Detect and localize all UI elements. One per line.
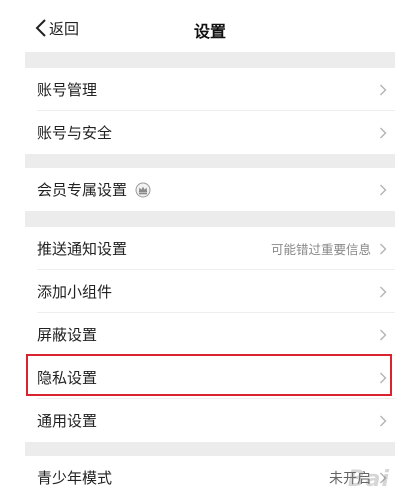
row-account-security[interactable]: 账号与安全 — [25, 111, 395, 154]
row-teen-mode[interactable]: 青少年模式 未开启 — [25, 456, 395, 499]
row-value: 未开启 — [329, 470, 371, 487]
chevron-right-icon — [380, 329, 387, 340]
row-label: 通用设置 — [37, 412, 98, 430]
chevron-right-icon — [380, 472, 387, 483]
row-push-notifications[interactable]: 推送通知设置 可能错过重要信息 — [25, 227, 395, 270]
row-label: 账号与安全 — [37, 124, 113, 142]
section-separator — [25, 154, 395, 168]
row-label: 会员专属设置 — [37, 181, 128, 199]
row-label: 屏蔽设置 — [37, 326, 98, 344]
row-value: 可能错过重要信息 — [270, 242, 371, 257]
chevron-right-icon — [380, 184, 387, 195]
row-label: 添加小组件 — [37, 283, 113, 301]
nav-bar: 返回 设置 — [25, 0, 395, 52]
row-add-widget[interactable]: 添加小组件 — [25, 270, 395, 313]
section-separator — [25, 211, 395, 227]
row-general-settings[interactable]: 通用设置 — [25, 399, 395, 442]
row-label: 隐私设置 — [37, 369, 98, 387]
row-label: 青少年模式 — [37, 469, 113, 487]
chevron-right-icon — [380, 84, 387, 95]
crown-icon — [135, 182, 151, 198]
row-label: 账号管理 — [37, 81, 98, 99]
page-title: 设置 — [193, 22, 226, 41]
chevron-right-icon — [380, 415, 387, 426]
section-separator — [25, 442, 395, 456]
row-block-settings[interactable]: 屏蔽设置 — [25, 313, 395, 356]
chevron-right-icon — [380, 286, 387, 297]
row-member-settings[interactable]: 会员专属设置 — [25, 168, 395, 211]
chevron-right-icon — [380, 372, 387, 383]
row-account-management[interactable]: 账号管理 — [25, 68, 395, 111]
row-privacy-settings[interactable]: 隐私设置 — [25, 356, 395, 399]
chevron-right-icon — [380, 127, 387, 138]
section-separator — [25, 52, 395, 68]
settings-screen: 返回 设置 账号管理 账号与安全 会员专属设置 推送通知设置 可能错过重要信息 … — [25, 0, 395, 500]
chevron-right-icon — [380, 243, 387, 254]
row-label: 推送通知设置 — [37, 240, 128, 258]
